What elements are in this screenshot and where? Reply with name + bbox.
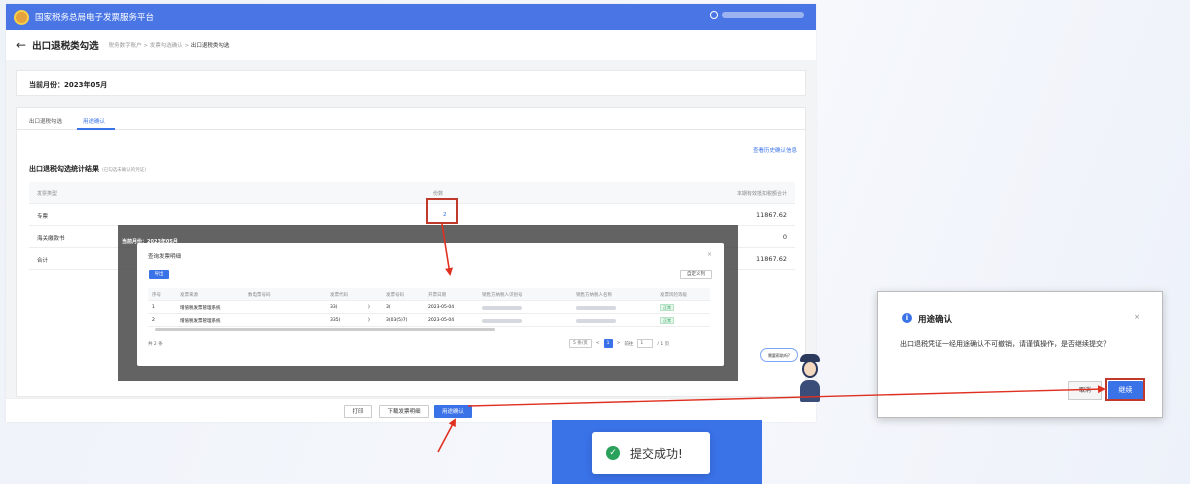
arrow-to-continue-button	[467, 385, 1106, 407]
arrow-to-confirm-button	[437, 418, 456, 453]
arrow-to-dialog	[441, 223, 454, 276]
annotation-arrows	[437, 223, 1106, 453]
